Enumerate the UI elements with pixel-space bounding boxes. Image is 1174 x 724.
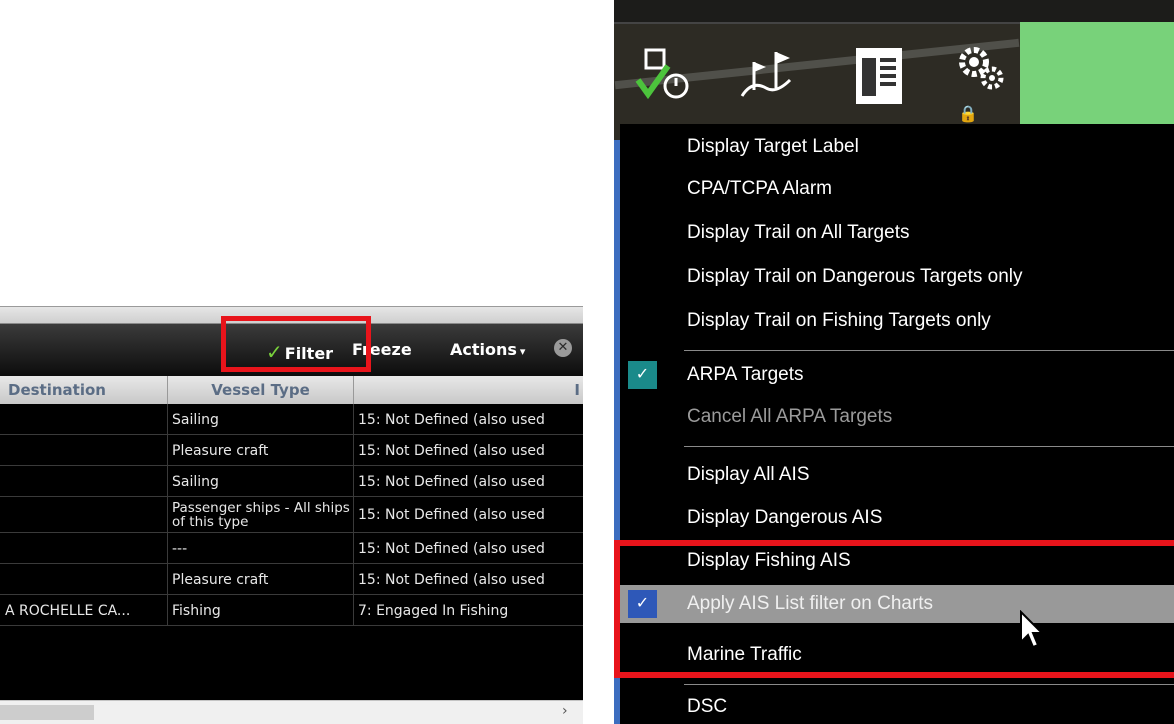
table-row[interactable]: Sailing 15: Not Defined (also used <box>0 466 583 497</box>
cell-destination <box>0 497 168 533</box>
cell-status: 15: Not Defined (also used <box>358 507 545 523</box>
table-row[interactable]: Pleasure craft 15: Not Defined (also use… <box>0 564 583 595</box>
route-flags-icon[interactable] <box>732 40 802 110</box>
cell-vessel-type: Sailing <box>168 404 354 435</box>
table-row[interactable]: Passenger ships - All ships of this type… <box>0 497 583 533</box>
cell-destination <box>0 466 168 497</box>
chevron-down-icon: ▾ <box>519 345 526 358</box>
cell-status: 15: Not Defined (also used <box>358 571 545 588</box>
horizontal-scrollbar[interactable]: › <box>0 700 583 724</box>
menu-item-display-dangerous-ais[interactable]: Display Dangerous AIS <box>620 501 1174 535</box>
cell-status: 15: Not Defined (also used <box>358 442 545 459</box>
cell-vessel-type: Pleasure craft <box>168 564 354 595</box>
column-header-vessel-type[interactable]: Vessel Type <box>168 376 354 404</box>
actions-label: Actions <box>450 340 517 359</box>
cell-destination <box>0 564 168 595</box>
cell-vessel-type: Fishing <box>168 595 354 626</box>
cell-status: 7: Engaged In Fishing <box>358 602 509 619</box>
menu-item-cancel-arpa: Cancel All ARPA Targets <box>687 406 893 427</box>
menu-item-trail-all-targets[interactable]: Display Trail on All Targets <box>620 216 1174 250</box>
map-land-green <box>1020 22 1174 140</box>
cell-status: 15: Not Defined (also used <box>358 540 545 557</box>
column-header-destination[interactable]: Destination <box>0 376 168 404</box>
table-row[interactable]: Sailing 15: Not Defined (also used <box>0 404 583 435</box>
table-header: Destination Vessel Type I <box>0 376 583 404</box>
actions-menu-button[interactable]: Actions ▾ <box>450 340 525 359</box>
cell-vessel-type: Passenger ships - All ships of this type <box>168 497 354 533</box>
map-top-strip <box>614 0 1174 24</box>
menu-separator <box>684 350 1174 351</box>
mouse-cursor-icon <box>1020 610 1045 649</box>
menu-item-display-all-ais[interactable]: Display All AIS <box>620 458 1174 492</box>
menu-item-label: ARPA Targets <box>687 364 804 385</box>
menu-separator <box>684 684 1174 685</box>
cell-destination <box>0 435 168 466</box>
menu-item-trail-fishing[interactable]: Display Trail on Fishing Targets only <box>620 304 1174 338</box>
cell-vessel-type: --- <box>168 533 354 564</box>
cell-destination: A ROCHELLE CA... <box>0 595 168 626</box>
list-panel-icon[interactable] <box>846 40 916 110</box>
table-row[interactable]: --- 15: Not Defined (also used <box>0 533 583 564</box>
menu-item-trail-dangerous[interactable]: Display Trail on Dangerous Targets only <box>620 260 1174 294</box>
menu-item-dsc[interactable]: DSC <box>620 690 1174 724</box>
cell-status: 15: Not Defined (also used <box>358 473 545 490</box>
close-icon[interactable]: ✕ <box>554 339 572 357</box>
gear-icon[interactable] <box>952 40 1022 110</box>
column-header-status[interactable]: I <box>354 376 583 404</box>
cell-vessel-type: Sailing <box>168 466 354 497</box>
menu-item-cpa-tcpa-alarm[interactable]: CPA/TCPA Alarm <box>620 172 1174 206</box>
table-row[interactable]: A ROCHELLE CA... Fishing 7: Engaged In F… <box>0 595 583 626</box>
cell-destination <box>0 533 168 564</box>
menu-item-display-target-label[interactable]: Display Target Label <box>620 130 1174 164</box>
cell-destination <box>0 404 168 435</box>
table-row[interactable]: Pleasure craft 15: Not Defined (also use… <box>0 435 583 466</box>
select-target-icon[interactable] <box>632 40 702 110</box>
checkmark-icon: ✓ <box>628 361 657 389</box>
filter-option-annotation-box <box>614 540 1174 678</box>
menu-item-arpa-targets[interactable]: ✓ ARPA Targets <box>620 358 1174 392</box>
scroll-right-arrow-icon[interactable]: › <box>562 703 568 719</box>
lock-icon: 🔒 <box>958 104 978 123</box>
filter-annotation-box <box>221 316 371 372</box>
cell-vessel-type: Pleasure craft <box>168 435 354 466</box>
scrollbar-thumb[interactable] <box>0 705 94 720</box>
menu-separator <box>684 446 1174 447</box>
cell-status: 15: Not Defined (also used <box>358 411 545 428</box>
